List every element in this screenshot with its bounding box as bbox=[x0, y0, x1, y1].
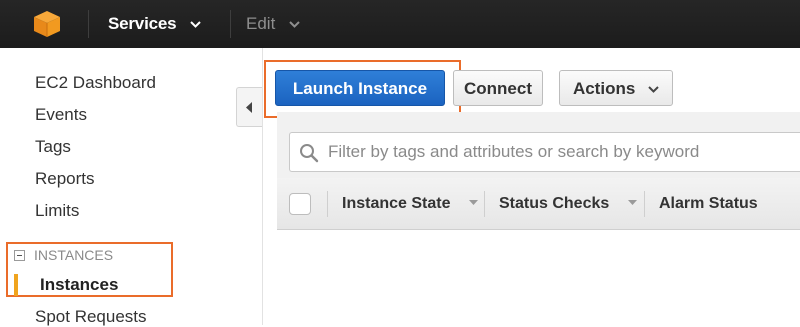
sidebar-item-limits[interactable]: Limits bbox=[35, 201, 79, 221]
column-header-alarm-status[interactable]: Alarm Status bbox=[659, 178, 758, 230]
chevron-down-icon bbox=[289, 0, 300, 47]
active-item-indicator bbox=[14, 274, 18, 296]
connect-button[interactable]: Connect bbox=[453, 70, 543, 106]
sidebar-item-tags[interactable]: Tags bbox=[35, 137, 71, 157]
sidebar-section-title: INSTANCES bbox=[34, 247, 114, 263]
sidebar-item-instances[interactable]: Instances bbox=[40, 275, 118, 295]
sidebar-section-instances[interactable]: INSTANCES bbox=[14, 247, 113, 263]
chevron-down-icon bbox=[190, 0, 201, 47]
collapse-sidebar-button[interactable] bbox=[236, 87, 262, 127]
search-box[interactable] bbox=[289, 132, 800, 172]
actions-dropdown-button[interactable]: Actions bbox=[559, 70, 673, 106]
search-icon bbox=[299, 143, 319, 168]
filter-bar bbox=[277, 112, 800, 178]
column-divider bbox=[327, 191, 328, 217]
launch-instance-button[interactable]: Launch Instance bbox=[275, 70, 445, 106]
main-content: Launch Instance Connect Actions Instance… bbox=[263, 48, 800, 325]
sidebar: EC2 Dashboard Events Tags Reports Limits… bbox=[0, 48, 263, 327]
services-label: Services bbox=[108, 14, 177, 33]
sidebar-item-spot-requests[interactable]: Spot Requests bbox=[35, 307, 147, 327]
column-divider bbox=[644, 191, 645, 217]
services-menu[interactable]: Services bbox=[108, 0, 201, 48]
nav-divider bbox=[88, 10, 89, 38]
column-divider bbox=[484, 191, 485, 217]
edit-label: Edit bbox=[246, 14, 276, 33]
aws-cube-icon[interactable] bbox=[32, 10, 62, 38]
top-navigation-bar: Services Edit bbox=[0, 0, 800, 48]
actions-label: Actions bbox=[572, 79, 636, 98]
column-header-instance-state[interactable]: Instance State bbox=[342, 178, 478, 230]
sort-down-icon[interactable] bbox=[468, 176, 478, 228]
collapse-section-icon[interactable] bbox=[14, 249, 25, 261]
sidebar-item-reports[interactable]: Reports bbox=[35, 169, 95, 189]
column-header-status-checks[interactable]: Status Checks bbox=[499, 178, 637, 230]
select-all-checkbox[interactable] bbox=[289, 193, 311, 215]
nav-divider bbox=[230, 10, 231, 38]
sidebar-item-ec2-dashboard[interactable]: EC2 Dashboard bbox=[35, 73, 156, 93]
edit-menu[interactable]: Edit bbox=[246, 0, 300, 48]
search-input[interactable] bbox=[328, 141, 788, 163]
chevron-down-icon bbox=[648, 70, 659, 106]
table-header: Instance State Status Checks Alarm Statu… bbox=[277, 178, 800, 230]
sort-down-icon[interactable] bbox=[627, 176, 637, 228]
column-label: Status Checks bbox=[499, 195, 610, 212]
chevron-left-icon bbox=[246, 102, 252, 113]
column-label: Instance State bbox=[342, 195, 451, 212]
column-label: Alarm Status bbox=[659, 195, 758, 212]
sidebar-item-events[interactable]: Events bbox=[35, 105, 87, 125]
